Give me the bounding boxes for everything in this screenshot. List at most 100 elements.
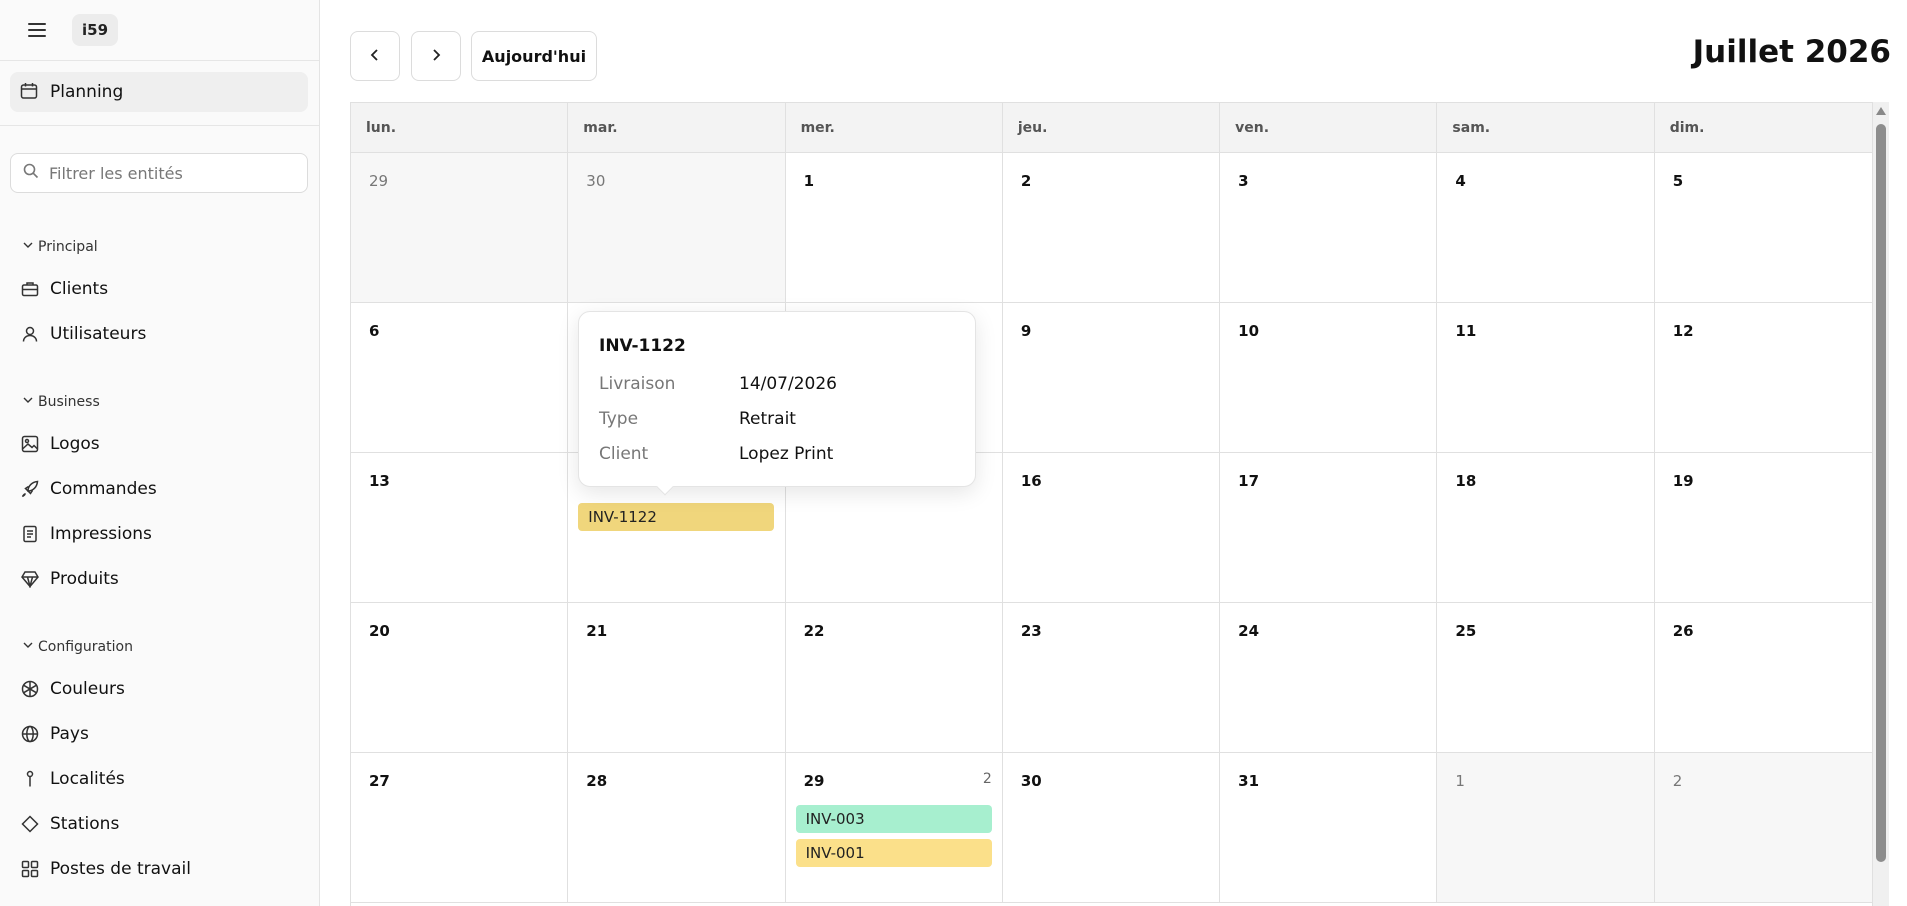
day-cell[interactable]: 24 xyxy=(1220,603,1438,753)
search-field[interactable] xyxy=(10,153,308,193)
day-cell[interactable]: 30 xyxy=(1002,753,1221,903)
search-icon xyxy=(23,163,39,183)
group-principal[interactable]: Principal xyxy=(22,239,98,255)
day-cell[interactable]: 2 xyxy=(1654,753,1872,903)
day-cell[interactable]: 31 xyxy=(1220,753,1438,903)
day-cell[interactable]: 27 xyxy=(351,753,569,903)
sidebar-item-label: Pays xyxy=(50,724,89,744)
month-calendar: lun. mar. mer. jeu. ven. sam. dim. 29 30 1… xyxy=(350,102,1873,906)
calendar-icon xyxy=(20,82,40,102)
day-cell[interactable]: 25 xyxy=(1437,603,1655,753)
search-input[interactable] xyxy=(49,163,289,183)
day-cell[interactable]: 20 xyxy=(351,603,569,753)
day-cell[interactable]: 1 xyxy=(1437,753,1655,903)
day-cell[interactable]: 12 xyxy=(1654,303,1872,453)
palette-icon xyxy=(20,679,40,699)
day-cell[interactable]: 4 xyxy=(1437,153,1655,303)
day-cell[interactable]: 17 xyxy=(1220,453,1438,603)
day-number: 5 xyxy=(1672,172,1684,190)
day-number: 25 xyxy=(1455,622,1477,640)
day-cell[interactable]: 26 xyxy=(1654,603,1872,753)
sidebar-item-label: Localités xyxy=(50,769,125,789)
day-cell[interactable]: 9 xyxy=(1002,303,1221,453)
sidebar-item-localites[interactable]: Localités xyxy=(20,764,125,794)
weekday-label: mar. xyxy=(568,103,786,152)
day-cell[interactable]: 29 2 INV-003 INV-001 xyxy=(785,753,1003,903)
weekday-label: lun. xyxy=(351,103,569,152)
tooltip-key: Type xyxy=(599,409,639,429)
sidebar-item-label: Logos xyxy=(50,434,100,454)
previous-month-button[interactable] xyxy=(350,31,400,81)
day-cell[interactable]: 28 xyxy=(568,753,786,903)
sidebar-item-stations[interactable]: Stations xyxy=(20,809,119,839)
sidebar-item-label: Clients xyxy=(50,279,109,299)
sidebar-item-couleurs[interactable]: Couleurs xyxy=(20,674,125,704)
day-cell[interactable]: 30 xyxy=(568,153,786,303)
day-cell[interactable]: 3 xyxy=(1220,153,1438,303)
day-cell[interactable]: 21 xyxy=(568,603,786,753)
group-label: Business xyxy=(38,394,100,410)
tooltip-key: Livraison xyxy=(599,374,676,394)
sidebar-item-logos[interactable]: Logos xyxy=(20,429,100,459)
sidebar-item-label: Couleurs xyxy=(50,679,125,699)
scroll-thumb[interactable] xyxy=(1876,124,1886,862)
group-label: Principal xyxy=(38,239,98,255)
sidebar: i59 Planning Principal Clients Utilisate… xyxy=(0,0,320,906)
diamond-icon xyxy=(20,814,40,834)
calendar-event[interactable]: INV-001 xyxy=(795,839,992,867)
sidebar-item-impressions[interactable]: Impressions xyxy=(20,519,152,549)
divider xyxy=(0,125,319,126)
day-cell[interactable]: 19 xyxy=(1654,453,1872,603)
month-title: Juillet 2026 xyxy=(1692,34,1891,70)
group-business[interactable]: Business xyxy=(22,394,100,410)
day-number: 3 xyxy=(1238,172,1249,190)
day-number: 9 xyxy=(1020,322,1032,340)
sidebar-item-planning[interactable]: Planning xyxy=(10,72,308,112)
sidebar-item-pays[interactable]: Pays xyxy=(20,719,89,749)
sidebar-item-clients[interactable]: Clients xyxy=(20,274,108,304)
pin-icon xyxy=(20,769,40,789)
weekday-label: dim. xyxy=(1669,119,1705,136)
day-number: 28 xyxy=(586,772,608,790)
day-cell[interactable]: 22 xyxy=(785,603,1003,753)
day-cell[interactable]: 16 xyxy=(1002,453,1221,603)
sidebar-item-label: Postes de travail xyxy=(50,859,191,879)
day-number: 1 xyxy=(1455,772,1465,790)
group-configuration[interactable]: Configuration xyxy=(22,639,133,655)
user-icon xyxy=(20,324,40,344)
tooltip-row: Client Lopez Print xyxy=(599,444,955,479)
day-cell[interactable]: 10 xyxy=(1220,303,1438,453)
scroll-up-arrow-icon[interactable] xyxy=(1876,107,1886,115)
day-cell[interactable]: 6 xyxy=(351,303,569,453)
group-label: Configuration xyxy=(38,639,133,655)
day-number: 21 xyxy=(586,622,608,640)
sidebar-item-produits[interactable]: Produits xyxy=(20,564,119,594)
day-number: 31 xyxy=(1238,772,1260,790)
sidebar-item-utilisateurs[interactable]: Utilisateurs xyxy=(20,319,146,349)
today-button[interactable]: Aujourd'hui xyxy=(471,31,597,81)
day-cell[interactable]: 23 xyxy=(1002,603,1221,753)
day-number: 12 xyxy=(1672,322,1694,340)
workspace-badge[interactable]: i59 xyxy=(72,14,119,46)
hamburger-menu-icon[interactable] xyxy=(28,18,52,42)
calendar-event[interactable]: INV-1122 xyxy=(578,503,775,531)
sidebar-item-postes-de-travail[interactable]: Postes de travail xyxy=(20,854,191,884)
chevron-left-icon xyxy=(368,47,382,66)
day-cell[interactable]: 18 xyxy=(1437,453,1655,603)
day-cell[interactable]: 1 xyxy=(785,153,1003,303)
day-number: 22 xyxy=(803,622,825,640)
tooltip-row: Type Retrait xyxy=(599,409,955,444)
scrollbar[interactable] xyxy=(1873,102,1889,906)
next-month-button[interactable] xyxy=(411,31,461,81)
chevron-down-icon xyxy=(22,239,34,255)
day-cell[interactable]: 13 xyxy=(351,453,569,603)
day-number: 30 xyxy=(586,172,606,190)
sidebar-item-label: Planning xyxy=(50,82,124,102)
day-cell[interactable]: 29 xyxy=(351,153,569,303)
sidebar-item-commandes[interactable]: Commandes xyxy=(20,474,157,504)
day-cell[interactable]: 11 xyxy=(1437,303,1655,453)
calendar-event[interactable]: INV-003 xyxy=(795,805,992,833)
day-cell[interactable]: 5 xyxy=(1654,153,1872,303)
day-number: 11 xyxy=(1455,322,1477,340)
day-cell[interactable]: 2 xyxy=(1002,153,1221,303)
